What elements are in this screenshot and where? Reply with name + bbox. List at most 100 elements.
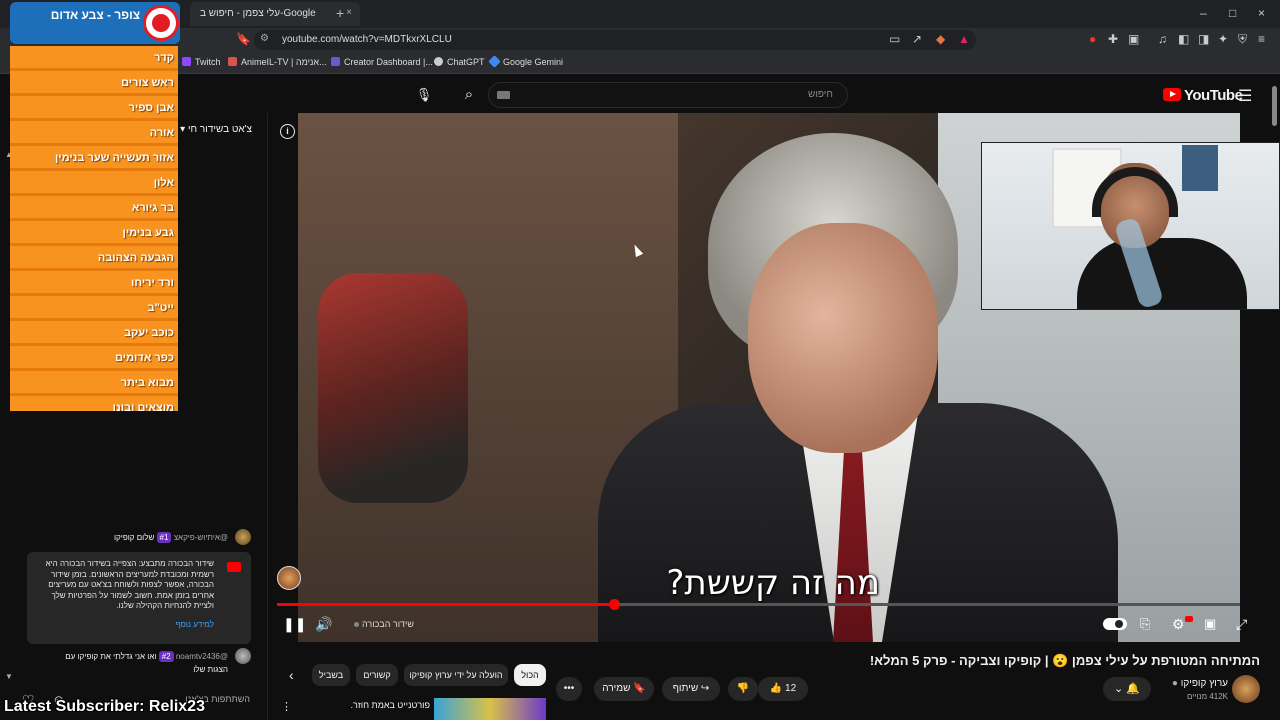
chat-text-continued: הצגות שלו xyxy=(193,665,228,674)
channel-watermark-icon[interactable] xyxy=(277,566,301,590)
bookmark-gemini[interactable]: Google Gemini xyxy=(488,55,563,68)
pause-icon[interactable]: ❚❚ xyxy=(283,616,306,633)
rewards-icon[interactable]: ▲ xyxy=(958,32,970,46)
alert-location: גבע בנימין xyxy=(122,227,174,239)
minimize-icon[interactable]: – xyxy=(1200,6,1207,20)
browser-menu-icon[interactable]: ≡ xyxy=(1258,32,1265,46)
recommended-thumbnail[interactable] xyxy=(434,698,546,720)
alert-location: בר גיורא xyxy=(131,202,174,214)
chip-for-you[interactable]: בשביל xyxy=(312,664,350,686)
bookmark-twitch[interactable]: Twitch xyxy=(182,57,221,67)
progress-scrubber[interactable] xyxy=(609,599,620,610)
bookmark-animeil[interactable]: AnimeIL-TV | אנימה... xyxy=(228,57,327,67)
learn-more-link[interactable]: למידע נוסף xyxy=(34,620,214,629)
premiere-label: שידור הבכורה xyxy=(362,619,414,629)
alert-location: ורד יריחו xyxy=(131,277,174,289)
chat-message: @איתיוש-פיקאצ #1 שלום קופיקו xyxy=(60,532,228,543)
keyboard-icon[interactable] xyxy=(497,91,510,99)
animeil-icon xyxy=(228,57,237,66)
video-title: המתיחה המטורפת על עילי צפמן 😮 | קופיקו ו… xyxy=(869,653,1260,668)
vpn-icon[interactable]: ⛨ xyxy=(1238,32,1247,47)
alert-location: כוכב יעקב xyxy=(124,327,174,339)
twitch-icon xyxy=(182,57,191,66)
fullscreen-icon[interactable]: ⤢ xyxy=(1236,616,1247,633)
recommended-title[interactable]: פורטנייט באמת חוזר. xyxy=(300,700,430,710)
site-settings-icon[interactable]: ⚙ xyxy=(260,33,269,44)
bookmark-icon[interactable]: 🔖 xyxy=(236,32,251,46)
bookmark-creator-dashboard[interactable]: Creator Dashboard |... xyxy=(331,57,433,67)
chat-avatar xyxy=(235,529,251,545)
screen-icon[interactable]: ▭ xyxy=(889,32,900,46)
dislike-button[interactable]: 👎 xyxy=(728,677,758,701)
kebab-menu-icon[interactable]: ⋮ xyxy=(281,700,292,713)
alert-location: ראש צורים xyxy=(121,77,174,89)
extension-red-icon[interactable]: ● xyxy=(1089,32,1096,46)
like-button[interactable]: 12 👍 xyxy=(758,677,808,701)
media-icon[interactable]: ♫ xyxy=(1158,32,1167,46)
close-window-icon[interactable]: × xyxy=(1258,6,1265,20)
voice-search-icon[interactable]: 🎙 xyxy=(412,82,436,108)
alert-location: מוצאים ובונו xyxy=(112,402,174,411)
alert-location: אורה xyxy=(149,127,174,139)
channel-name[interactable]: ערוץ קופיקו ● xyxy=(1150,678,1228,689)
youtube-play-icon xyxy=(1163,88,1181,101)
save-bookmark-icon: 🔖 xyxy=(633,683,646,694)
creator-dashboard-icon xyxy=(331,57,340,66)
share-page-icon[interactable]: ↗ xyxy=(912,32,922,46)
page-scrollbar[interactable] xyxy=(1272,86,1277,126)
video-subtitle: מה זה קששת? xyxy=(666,563,880,603)
verified-icon: ● xyxy=(1171,678,1178,689)
chevron-left-icon[interactable]: ‹ xyxy=(289,667,294,683)
wallet-icon[interactable]: ▣ xyxy=(1128,32,1139,46)
alert-location: קדר xyxy=(154,52,174,64)
alert-location: אזור תעשייה שער בנימין xyxy=(54,152,174,164)
chip-uploaded-by[interactable]: הועלה על ידי ערוץ קופיקו xyxy=(404,664,508,686)
search-icon[interactable]: ⌕ xyxy=(454,82,484,108)
bell-icon: 🔔 xyxy=(1126,683,1140,695)
channel-avatar[interactable] xyxy=(1232,675,1260,703)
webcam-overlay xyxy=(981,142,1280,310)
share-button[interactable]: ↪ שיתוף xyxy=(662,677,720,701)
settings-gear-icon[interactable]: ⚙ xyxy=(1172,616,1185,633)
subscriber-count: 412K מנויים xyxy=(1186,692,1228,701)
tab-close-icon[interactable]: × xyxy=(346,7,352,18)
extensions-icon[interactable]: ✚ xyxy=(1108,32,1118,46)
red-alert-list: קדר ראש צורים אבן ספיר אורה אזור תעשייה … xyxy=(10,46,178,411)
ai-icon[interactable]: ✦ xyxy=(1218,32,1228,46)
webcam-person-body xyxy=(1077,238,1247,309)
brave-shield-icon[interactable]: ◆ xyxy=(936,32,945,46)
search-input[interactable]: חיפוש xyxy=(488,82,848,108)
member-badge: #2 xyxy=(158,651,174,662)
chat-avatar xyxy=(235,648,251,664)
tab-title: עלי צפמן - חיפוש ב-Google xyxy=(200,8,316,19)
chip-all[interactable]: הכול xyxy=(514,664,546,686)
youtube-logo[interactable]: YouTube xyxy=(1163,87,1243,104)
webcam-poster xyxy=(1182,145,1218,191)
autoplay-toggle[interactable] xyxy=(1103,618,1127,630)
info-icon[interactable]: i xyxy=(280,124,295,139)
alert-location: הגבעה הצהובה xyxy=(97,252,174,264)
chat-message: @noamtv2436 #2 ואו אני גדלתי את קופיקו ע… xyxy=(30,651,228,662)
captions-icon[interactable]: ⎘ xyxy=(1140,616,1150,632)
more-actions-button[interactable]: ••• xyxy=(556,677,582,701)
share-icon: ↪ xyxy=(700,683,710,694)
hamburger-menu-icon[interactable]: ☰ xyxy=(1238,86,1252,106)
bookmark-chatgpt[interactable]: ChatGPT xyxy=(434,57,485,67)
address-bar[interactable]: youtube.com/watch?v=MDTkxrXLCLU xyxy=(254,30,976,50)
save-button[interactable]: 🔖 שמירה xyxy=(594,677,654,701)
volume-icon[interactable]: 🔊 xyxy=(315,616,332,633)
maximize-icon[interactable]: □ xyxy=(1229,6,1236,20)
scroll-down-icon[interactable]: ▼ xyxy=(5,672,13,681)
chatgpt-icon xyxy=(434,57,443,66)
browser-tab[interactable]: עלי צפמן - חיפוש ב-Google × xyxy=(190,2,360,26)
sidebar-toggle-icon[interactable]: ◧ xyxy=(1178,32,1189,46)
miniplayer-icon[interactable]: ▣ xyxy=(1204,616,1216,632)
chip-related[interactable]: קשורים xyxy=(356,664,398,686)
red-alert-title: צופר - צבע אדום xyxy=(50,8,140,22)
wallet-alt-icon[interactable]: ◨ xyxy=(1198,32,1209,46)
new-tab-button[interactable]: + xyxy=(336,5,344,21)
premiere-notice-text: שידור הבכורה מתבצע: הצפייה בשידור הבכורה… xyxy=(45,559,214,610)
notifications-button[interactable]: ⌄ 🔔 xyxy=(1103,677,1151,701)
progress-bar-fill xyxy=(277,603,614,606)
thumbs-down-icon: 👎 xyxy=(736,683,750,694)
